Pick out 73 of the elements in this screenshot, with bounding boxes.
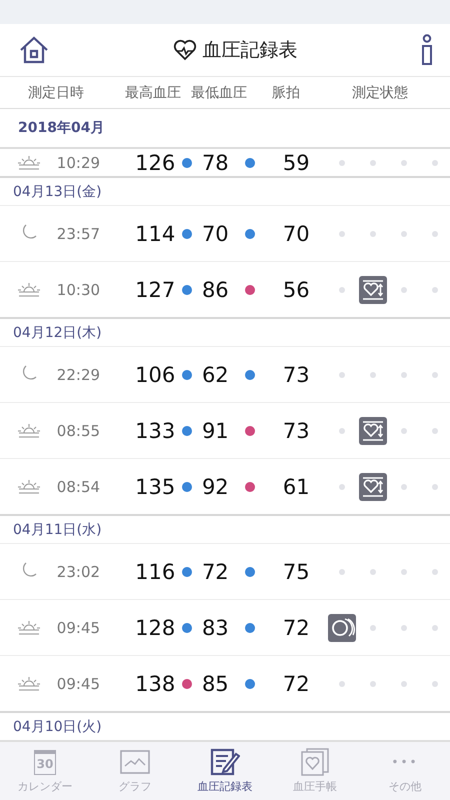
diastolic-value: 62 — [202, 362, 230, 386]
diastolic-value: 83 — [202, 616, 230, 640]
record-row[interactable]: 10:29 126 78 59 — [0, 149, 450, 176]
diastolic-value: 78 — [202, 150, 230, 174]
sunrise-icon — [16, 676, 41, 692]
systolic-value: 138 — [135, 672, 176, 696]
month-label: 2018年04月 — [18, 119, 104, 137]
document-pen-icon — [210, 748, 240, 776]
time-text: 23:02 — [56, 562, 102, 580]
time-text: 08:54 — [56, 478, 102, 496]
diastolic-value: 72 — [202, 560, 230, 584]
pulse-value: 75 — [282, 560, 311, 584]
time-text: 10:29 — [56, 154, 102, 172]
date-label: 04月13日(金) — [13, 182, 102, 200]
calendar-icon: 30 — [34, 750, 56, 774]
column-header[interactable]: 最高血圧 — [125, 84, 191, 102]
pulse-value: 56 — [282, 278, 311, 302]
systolic-value: 116 — [135, 560, 176, 584]
more-icon: ••• — [391, 755, 419, 769]
time-text: 08:55 — [56, 422, 102, 440]
record-row[interactable]: 22:29 106 62 73 — [0, 346, 450, 402]
column-header[interactable]: 測定日時 — [28, 84, 125, 102]
systolic-value: 133 — [135, 418, 176, 442]
sunrise-icon — [16, 282, 41, 298]
time-text: 10:30 — [56, 280, 102, 298]
pulse-value: 70 — [282, 222, 311, 246]
pulse-value: 61 — [282, 474, 311, 498]
time-text: 09:45 — [56, 618, 102, 636]
record-row[interactable]: 08:54 135 92 61 — [0, 458, 450, 514]
screen-title: 血圧記録表 — [202, 38, 298, 63]
time-text: 09:45 — [56, 674, 102, 692]
record-row[interactable]: 09:45 128 83 72 — [0, 599, 450, 655]
info-icon — [420, 34, 434, 66]
systolic-value: 135 — [135, 474, 176, 498]
sunrise-icon — [16, 620, 41, 636]
diastolic-value: 85 — [202, 672, 230, 696]
record-row[interactable]: 23:02 116 72 75 — [0, 543, 450, 599]
chart-icon — [120, 750, 150, 774]
pulse-value: 59 — [282, 150, 311, 174]
systolic-value: 114 — [135, 222, 176, 246]
record-row[interactable]: 09:45 138 85 72 — [0, 655, 450, 711]
diastolic-value: 92 — [202, 474, 230, 498]
systolic-value: 128 — [135, 616, 176, 640]
heart-pulse-icon — [172, 39, 196, 61]
pulse-value: 73 — [282, 362, 311, 386]
date-label: 04月10日(火) — [13, 718, 102, 736]
info-button[interactable] — [420, 34, 434, 66]
sunrise-icon — [16, 478, 41, 494]
systolic-value: 106 — [135, 362, 176, 386]
systolic-value: 126 — [135, 150, 176, 174]
time-text: 23:57 — [56, 224, 102, 242]
record-row[interactable]: 10:30 127 86 56 — [0, 261, 450, 317]
sunrise-icon — [16, 154, 41, 170]
pulse-value: 72 — [282, 672, 311, 696]
date-label: 04月11日(水) — [13, 520, 102, 538]
heart-notebook-icon — [301, 748, 329, 776]
sunrise-icon — [16, 422, 41, 438]
pulse-value: 72 — [282, 616, 311, 640]
column-header[interactable]: 測定状態 — [352, 84, 408, 102]
diastolic-value: 86 — [202, 278, 230, 302]
diastolic-value: 91 — [202, 418, 230, 442]
column-header[interactable]: 脈拍 — [272, 84, 352, 102]
pulse-value: 73 — [282, 418, 311, 442]
time-text: 22:29 — [56, 366, 102, 384]
date-label: 04月12日(木) — [13, 324, 102, 342]
home-icon — [18, 36, 50, 64]
record-row[interactable]: 23:57 114 70 70 — [0, 205, 450, 261]
diastolic-value: 70 — [202, 222, 230, 246]
column-header[interactable]: 最低血圧 — [191, 84, 272, 102]
tab-button[interactable]: 血圧記録表 — [180, 742, 270, 800]
home-button[interactable] — [18, 36, 50, 64]
systolic-value: 127 — [135, 278, 176, 302]
record-row[interactable]: 08:55 133 91 73 — [0, 402, 450, 458]
